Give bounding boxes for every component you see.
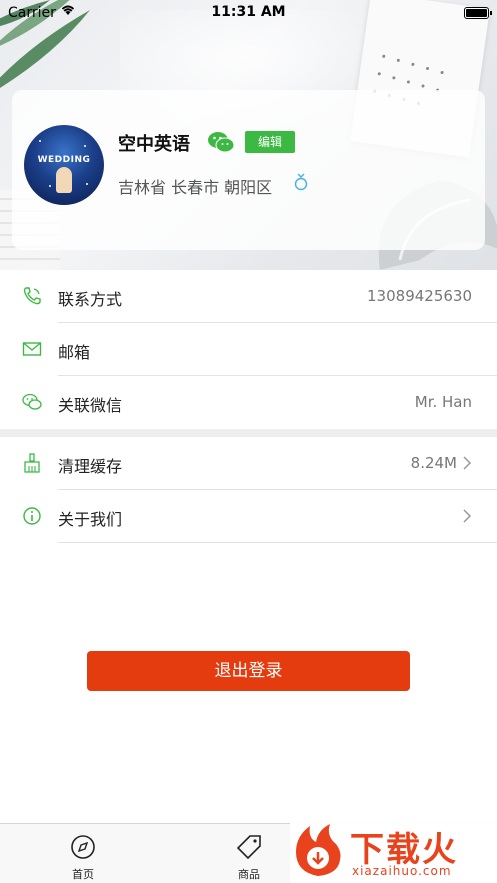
contact-label: 联系方式 [58, 290, 123, 309]
clear-cache-label: 清理缓存 [58, 457, 123, 476]
mail-icon [22, 342, 42, 356]
watermark: 下载火 xiazaihuo.com [290, 818, 497, 883]
contact-row[interactable]: 联系方式 13089425630 [0, 270, 497, 323]
avatar[interactable]: WEDDING [24, 125, 104, 205]
compass-icon [71, 835, 95, 859]
wechat-icon [208, 132, 235, 153]
wechat-account-value: Mr. Han [414, 393, 472, 411]
chevron-right-icon [463, 456, 472, 470]
tab-products-label: 商品 [238, 868, 260, 881]
profile-location: 吉林省 长春市 朝阳区 [118, 178, 273, 197]
wechat-link-row[interactable]: 关联微信 Mr. Han [0, 376, 497, 429]
tab-home-label: 首页 [72, 868, 94, 881]
contact-phone-value: 13089425630 [367, 287, 472, 305]
female-gender-icon [294, 173, 308, 191]
avatar-caption: WEDDING [37, 155, 91, 165]
about-row[interactable]: 关于我们 [0, 490, 497, 543]
tag-icon [236, 835, 261, 860]
profile-card: WEDDING 空中英语 编辑 吉林省 长春市 朝阳区 [12, 90, 485, 250]
about-label: 关于我们 [58, 510, 123, 529]
wechat-icon [22, 393, 42, 410]
section-divider [0, 429, 497, 437]
email-row[interactable]: 邮箱 [0, 323, 497, 376]
status-bar: Carrier 11:31 AM [0, 0, 497, 26]
battery-icon [464, 7, 489, 19]
edit-profile-button[interactable]: 编辑 [245, 131, 295, 153]
cache-size-value: 8.24M [410, 454, 457, 472]
broom-icon [24, 453, 40, 473]
tab-home[interactable]: 首页 [38, 824, 128, 883]
flame-logo-icon [296, 824, 341, 876]
profile-name: 空中英语 [118, 134, 190, 155]
email-label: 邮箱 [58, 343, 91, 362]
settings-list: 联系方式 13089425630 邮箱 关联微信 Mr. Han 清理缓存 8.… [0, 270, 497, 543]
phone-icon [23, 287, 41, 305]
clock: 11:31 AM [211, 4, 286, 20]
logout-button[interactable]: 退出登录 [87, 651, 410, 691]
chevron-right-icon [463, 509, 472, 523]
clear-cache-row[interactable]: 清理缓存 8.24M [0, 437, 497, 490]
wechat-link-label: 关联微信 [58, 396, 123, 415]
info-icon [23, 507, 41, 525]
tab-products[interactable]: 商品 [204, 824, 294, 883]
watermark-url: xiazaihuo.com [352, 864, 452, 878]
